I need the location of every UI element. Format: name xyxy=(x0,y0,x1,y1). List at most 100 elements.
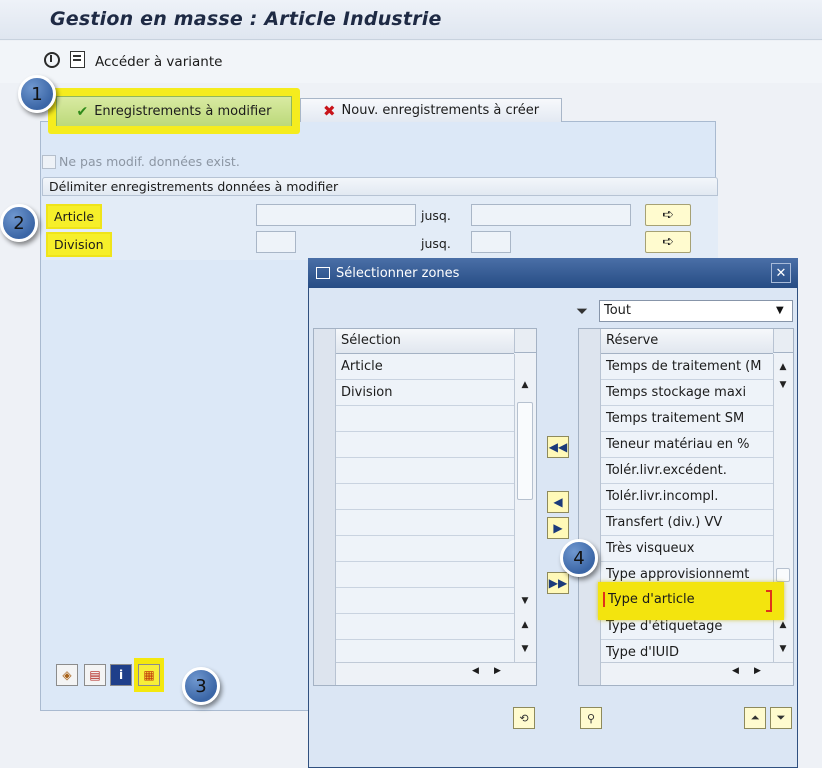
list-item[interactable]: Division xyxy=(336,380,514,406)
info-button[interactable]: i xyxy=(110,664,132,686)
scroll-up-icon[interactable]: ▲ xyxy=(516,380,534,390)
binoculars-icon: ⚲ xyxy=(586,711,596,725)
to-label: jusq. xyxy=(421,208,451,223)
multiple-selection-button[interactable]: ➪ xyxy=(645,231,691,253)
scroll-left-icon[interactable]: ◀ xyxy=(472,666,479,676)
chevron-down-icon[interactable]: ▼ xyxy=(776,305,784,316)
to-label: jusq. xyxy=(421,236,451,251)
list-item[interactable] xyxy=(336,510,514,536)
variant-save-button[interactable]: ◈ xyxy=(56,664,78,686)
checkmark-icon: ✔ xyxy=(76,103,89,120)
list-item[interactable]: Tolér.livr.incompl. xyxy=(601,484,773,510)
selection-header: Sélection xyxy=(336,329,514,354)
refresh-icon: ⟲ xyxy=(519,711,529,725)
no-modify-checkbox[interactable] xyxy=(42,154,56,169)
scroll-thumb[interactable] xyxy=(776,568,790,582)
list-item[interactable]: Teneur matériau en % xyxy=(601,432,773,458)
article-to-input[interactable] xyxy=(471,204,631,226)
double-arrow-left-icon: ◀◀ xyxy=(548,440,568,454)
window-icon xyxy=(316,267,330,279)
scroll-up-icon[interactable]: ▲ xyxy=(774,362,792,372)
scroll-thumb[interactable] xyxy=(517,402,533,500)
selection-bracket xyxy=(766,590,772,612)
scroll-right-icon[interactable]: ▶ xyxy=(754,666,761,676)
step-marker-3: 3 xyxy=(182,667,220,705)
funnel-icon: ⏷ xyxy=(776,711,786,724)
list-item[interactable]: Temps traitement SM xyxy=(601,406,773,432)
move-all-left-button[interactable]: ◀◀ xyxy=(547,436,569,458)
article-from-input[interactable] xyxy=(256,204,416,226)
column-config-button[interactable] xyxy=(514,329,536,353)
step-marker-1: 1 xyxy=(18,75,56,113)
reserve-hscrollbar[interactable] xyxy=(601,662,793,684)
step-marker-4: 4 xyxy=(560,539,598,577)
list-item[interactable] xyxy=(336,588,514,614)
save-variant-icon: ◈ xyxy=(62,668,72,682)
move-left-button[interactable]: ◀ xyxy=(547,491,569,513)
tab-label: Enregistrements à modifier xyxy=(94,104,272,119)
scroll-right-icon[interactable]: ▶ xyxy=(494,666,501,676)
scroll-up-icon[interactable]: ▲ xyxy=(516,620,534,630)
filter-icon: ⏷ xyxy=(576,302,589,320)
scroll-down-icon[interactable]: ▼ xyxy=(774,644,792,654)
sort-icon: ⏶ xyxy=(750,711,760,724)
page-title: Gestion en masse : Article Industrie xyxy=(50,8,442,30)
list-item-type-article[interactable]: Type d'article xyxy=(603,592,695,607)
info-icon: i xyxy=(118,668,124,682)
division-from-input[interactable] xyxy=(256,231,296,253)
dialog-title-bar: Sélectionner zones xyxy=(308,258,798,288)
tab-records-to-modify[interactable]: ✔ Enregistrements à modifier xyxy=(56,96,292,126)
list-item[interactable] xyxy=(336,458,514,484)
selection-scrollbar[interactable] xyxy=(514,354,536,662)
list-item[interactable]: Très visqueux xyxy=(601,536,773,562)
list-item[interactable] xyxy=(336,484,514,510)
output-icon: ▤ xyxy=(89,668,101,682)
scroll-up-icon[interactable]: ▲ xyxy=(774,620,792,630)
selection-hscrollbar[interactable] xyxy=(336,662,536,684)
goto-variant-button[interactable]: Accéder à variante xyxy=(95,54,222,70)
list-item[interactable]: Temps de traitement (M xyxy=(601,354,773,380)
column-config-button[interactable] xyxy=(773,329,793,353)
section-header: Délimiter enregistrements données à modi… xyxy=(42,177,718,196)
field-label-article: Article xyxy=(48,206,101,227)
move-right-button[interactable]: ▶ xyxy=(547,517,569,539)
select-fields-button[interactable]: ▦ xyxy=(138,664,160,686)
execute-icon[interactable] xyxy=(44,52,60,68)
scroll-down-icon[interactable]: ▼ xyxy=(516,596,534,606)
find-button[interactable]: ⚲ xyxy=(580,707,602,729)
list-item[interactable] xyxy=(336,536,514,562)
tab-label: Nouv. enregistrements à créer xyxy=(341,103,540,118)
scroll-left-icon[interactable]: ◀ xyxy=(732,666,739,676)
list-item[interactable]: Tolér.livr.excédent. xyxy=(601,458,773,484)
row-selector-column xyxy=(314,329,336,685)
tab-new-records[interactable]: ✖ Nouv. enregistrements à créer xyxy=(300,98,562,122)
list-item[interactable] xyxy=(336,562,514,588)
sort-button[interactable]: ⏶ xyxy=(744,707,766,729)
list-item[interactable] xyxy=(336,614,514,640)
refresh-button[interactable]: ⟲ xyxy=(513,707,535,729)
filter-dropdown[interactable]: Tout xyxy=(599,300,793,322)
table-grid-icon: ▦ xyxy=(143,668,155,682)
variant-icon[interactable] xyxy=(70,51,85,68)
row-selector-column xyxy=(579,329,601,685)
double-arrow-right-icon: ▶▶ xyxy=(548,576,568,590)
move-all-right-button[interactable]: ▶▶ xyxy=(547,572,569,594)
dialog-close-button[interactable]: ✕ xyxy=(771,263,791,283)
arrow-left-icon: ◀ xyxy=(553,495,563,509)
output-button[interactable]: ▤ xyxy=(84,664,106,686)
scroll-down-icon[interactable]: ▼ xyxy=(516,644,534,654)
multiple-selection-button[interactable]: ➪ xyxy=(645,204,691,226)
list-item[interactable]: Article xyxy=(336,354,514,380)
no-modify-option: Ne pas modif. données exist. xyxy=(42,154,240,169)
list-item[interactable]: Transfert (div.) VV xyxy=(601,510,773,536)
selection-rows: Article Division xyxy=(336,354,514,666)
reserve-header: Réserve xyxy=(601,329,773,354)
arrow-right-icon: ➪ xyxy=(662,234,674,250)
scroll-down-icon[interactable]: ▼ xyxy=(774,380,792,390)
list-item[interactable]: Temps stockage maxi xyxy=(601,380,773,406)
list-item[interactable] xyxy=(336,406,514,432)
filter-button[interactable]: ⏷ xyxy=(770,707,792,729)
list-item[interactable] xyxy=(336,432,514,458)
division-to-input[interactable] xyxy=(471,231,511,253)
arrow-right-icon: ➪ xyxy=(662,207,674,223)
